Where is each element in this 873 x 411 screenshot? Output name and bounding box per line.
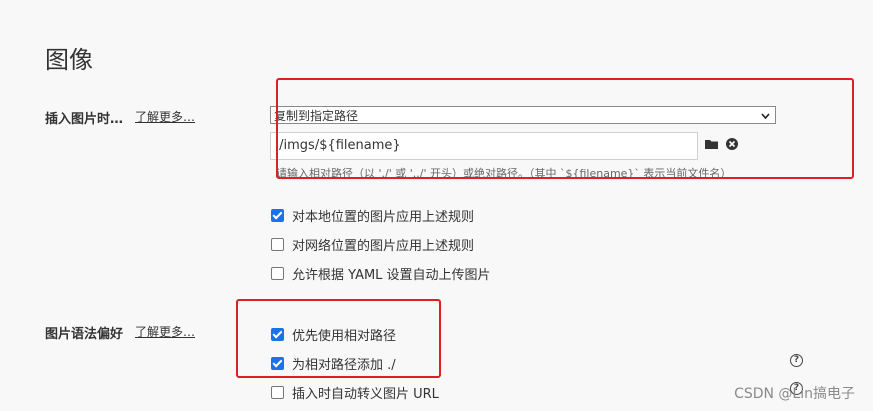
syntax-pref-label: 图片语法偏好 (45, 327, 124, 342)
option-label: 对网络位置的图片应用上述规则 (292, 239, 475, 254)
option-escape-url[interactable]: 插入时自动转义图片 URL (271, 383, 439, 402)
option-yaml-upload[interactable]: 允许根据 YAML 设置自动上传图片 (271, 264, 491, 283)
annotation-box-syntax (236, 299, 441, 378)
option-label: 对本地位置的图片应用上述规则 (292, 210, 475, 225)
section-title: 图像 (45, 46, 93, 74)
checkbox-unchecked[interactable] (271, 386, 284, 399)
option-label: 插入时自动转义图片 URL (292, 387, 439, 402)
help-icon[interactable]: ? (790, 354, 803, 367)
insert-image-learn-more-link[interactable]: 了解更多… (135, 108, 195, 125)
option-apply-network[interactable]: 对网络位置的图片应用上述规则 (271, 235, 474, 254)
watermark: CSDN @Lin搞电子 (734, 386, 855, 402)
checkbox-checked[interactable] (271, 209, 284, 222)
insert-image-label: 插入图片时… (45, 112, 124, 127)
option-apply-local[interactable]: 对本地位置的图片应用上述规则 (271, 206, 474, 225)
checkbox-unchecked[interactable] (271, 238, 284, 251)
syntax-pref-learn-more-link[interactable]: 了解更多… (135, 323, 195, 340)
option-label: 允许根据 YAML 设置自动上传图片 (292, 268, 491, 283)
checkbox-unchecked[interactable] (271, 267, 284, 280)
annotation-box-insert (276, 78, 854, 179)
